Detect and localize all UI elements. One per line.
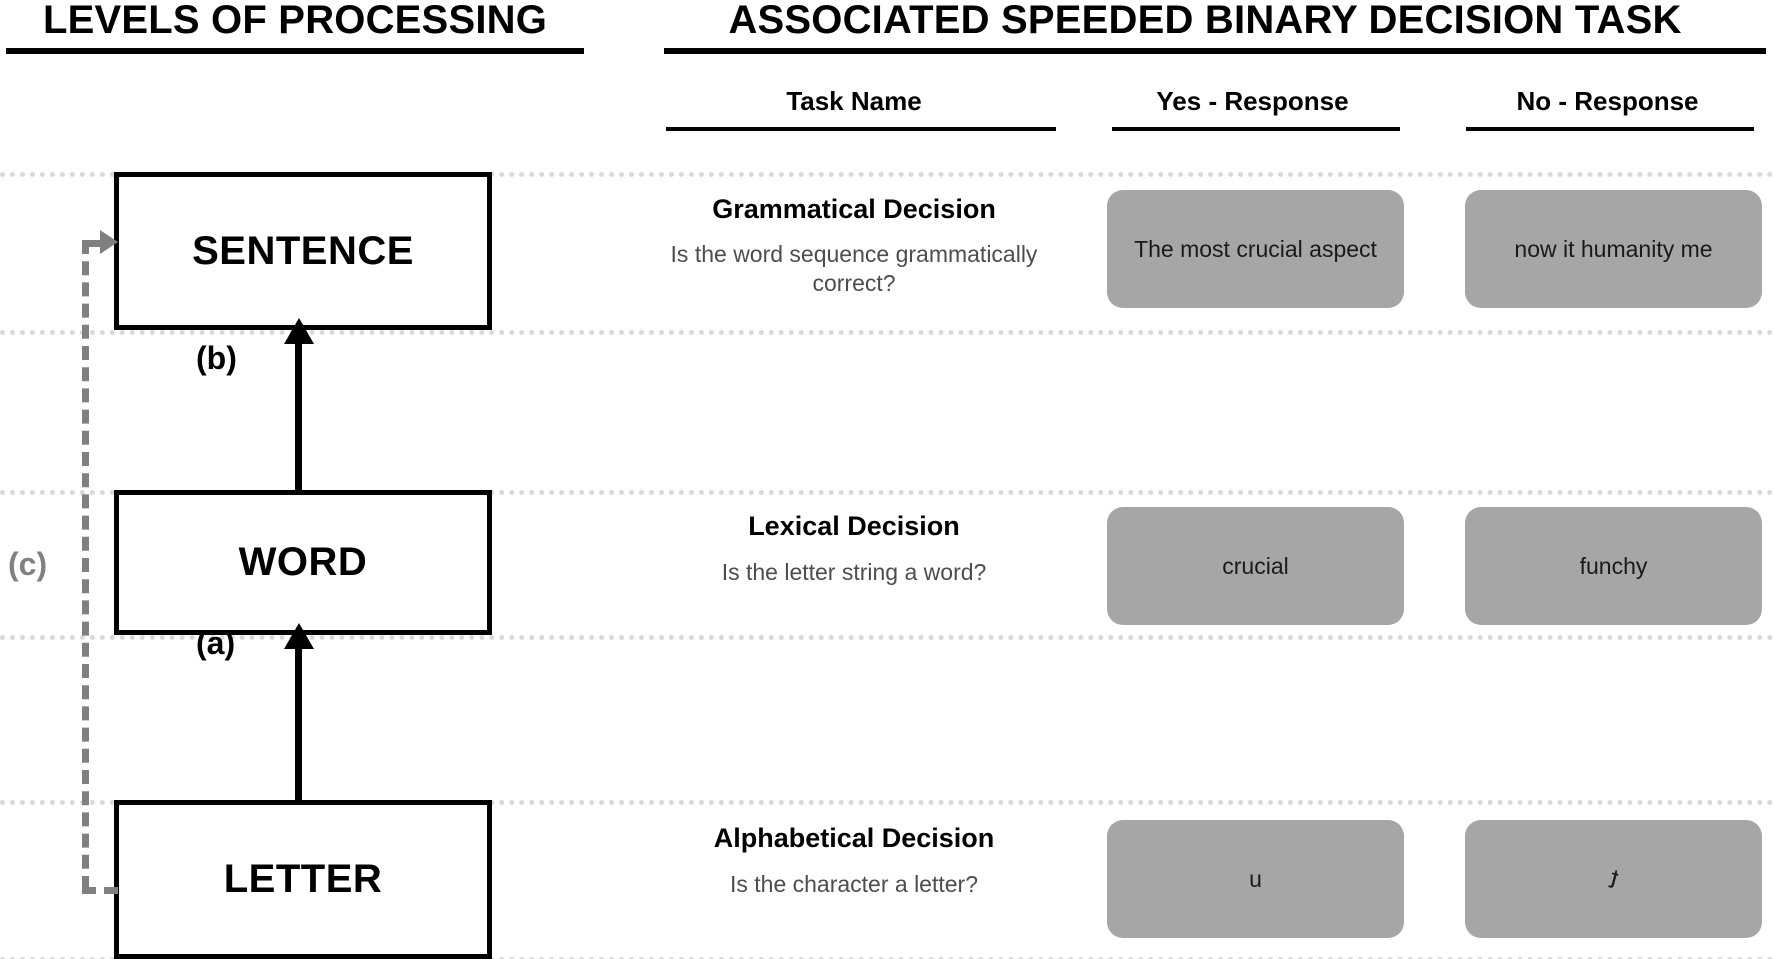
left-title-underline: [6, 48, 584, 54]
task-question-grammatical-decision: Is the word sequence grammatically corre…: [670, 241, 1038, 297]
arrow-word-to-sentence-shaft: [295, 330, 302, 490]
task-name-lexical-decision: Lexical Decision: [748, 511, 960, 541]
arrow-letter-to-word-head-icon: [284, 623, 314, 649]
row-separator-word-bottom: [0, 635, 1774, 640]
level-box-sentence: SENTENCE: [114, 172, 492, 330]
right-title-underline: [664, 48, 1766, 54]
task-question-lexical-decision: Is the letter string a word?: [721, 559, 987, 585]
arrow-label-c: (c): [8, 546, 48, 582]
no-response-chip-grammatical-decision: now it humanity me: [1465, 190, 1762, 308]
yes-response-chip-grammatical-decision: The most crucial aspect: [1107, 190, 1404, 308]
feedback-arrow-vertical-segment: [82, 240, 89, 890]
no-response-chip-lexical-decision: funchy: [1465, 507, 1762, 625]
column-header-yes-response-underline: [1112, 127, 1400, 131]
yes-response-chip-alphabetical-decision: u: [1107, 820, 1404, 938]
associated-task-title: ASSOCIATED SPEEDED BINARY DECISION TASK: [728, 0, 1682, 42]
column-header-no-response-underline: [1466, 127, 1754, 131]
no-response-chip-alphabetical-decision: ʇ: [1465, 820, 1762, 938]
pseudo-letter-glyph: ʇ: [1606, 863, 1621, 895]
row-separator-sentence-bottom: [0, 330, 1774, 335]
column-header-task-name-underline: [666, 127, 1056, 131]
arrow-word-to-sentence-head-icon: [284, 318, 314, 344]
feedback-arrow-head-icon: [100, 230, 118, 254]
level-box-word: WORD: [114, 490, 492, 635]
column-header-task-name: Task Name: [786, 86, 922, 116]
arrow-label-b: (b): [196, 340, 237, 376]
column-header-yes-response: Yes - Response: [1156, 86, 1349, 116]
task-name-grammatical-decision: Grammatical Decision: [712, 194, 996, 224]
level-box-letter: LETTER: [114, 800, 492, 959]
task-question-alphabetical-decision: Is the character a letter?: [729, 871, 978, 897]
arrow-letter-to-word-shaft: [295, 635, 302, 800]
levels-of-processing-title: LEVELS OF PROCESSING: [42, 0, 548, 42]
column-header-no-response: No - Response: [1516, 86, 1699, 116]
task-name-alphabetical-decision: Alphabetical Decision: [713, 823, 995, 853]
arrow-label-a: (a): [196, 625, 236, 661]
diagram-canvas: LEVELS OF PROCESSING ASSOCIATED SPEEDED …: [0, 0, 1774, 959]
yes-response-chip-lexical-decision: crucial: [1107, 507, 1404, 625]
